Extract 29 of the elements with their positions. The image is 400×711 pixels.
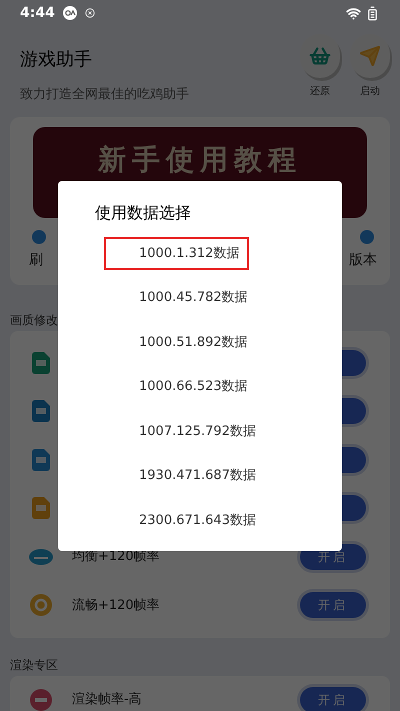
app-subtitle: 致力打造全网最佳的吃鸡助手 xyxy=(20,86,189,104)
status-time: 4:44 xyxy=(20,4,55,22)
app-notification-icon xyxy=(62,6,77,20)
data-option[interactable]: 1000.66.523数据 xyxy=(104,370,258,404)
data-option[interactable]: 1007.125.792数据 xyxy=(104,415,266,448)
section-title: 渲染专区 xyxy=(9,656,59,674)
enable-button[interactable]: 开启 xyxy=(300,592,366,618)
shortcut-button[interactable]: 刷 xyxy=(29,230,49,270)
document-icon xyxy=(32,400,50,422)
app-title: 游戏助手 xyxy=(20,48,93,72)
paper-plane-icon xyxy=(359,45,381,67)
data-option[interactable]: 1000.45.782数据 xyxy=(104,282,258,314)
basket-icon xyxy=(309,45,331,67)
enable-button[interactable]: 开启 xyxy=(300,686,366,711)
shortcut-button[interactable]: 版本 xyxy=(349,230,377,270)
section-title: 画质修改 xyxy=(9,312,59,328)
data-option[interactable]: 1000.1.312数据 xyxy=(104,237,250,270)
close-circle-icon xyxy=(84,8,95,18)
option-name: 渲染帧率-高 xyxy=(72,691,142,709)
data-option[interactable]: 1930.471.687数据 xyxy=(104,460,266,492)
data-option[interactable]: 2300.671.643数据 xyxy=(104,504,266,537)
wifi-icon xyxy=(346,6,361,20)
document-icon xyxy=(32,352,50,374)
document-icon xyxy=(32,497,50,520)
option-name: 流畅+120帧率 xyxy=(72,596,160,614)
coin-icon xyxy=(30,594,52,616)
data-option[interactable]: 1000.51.892数据 xyxy=(104,326,258,359)
document-icon xyxy=(32,448,50,471)
battery-icon xyxy=(365,6,380,20)
